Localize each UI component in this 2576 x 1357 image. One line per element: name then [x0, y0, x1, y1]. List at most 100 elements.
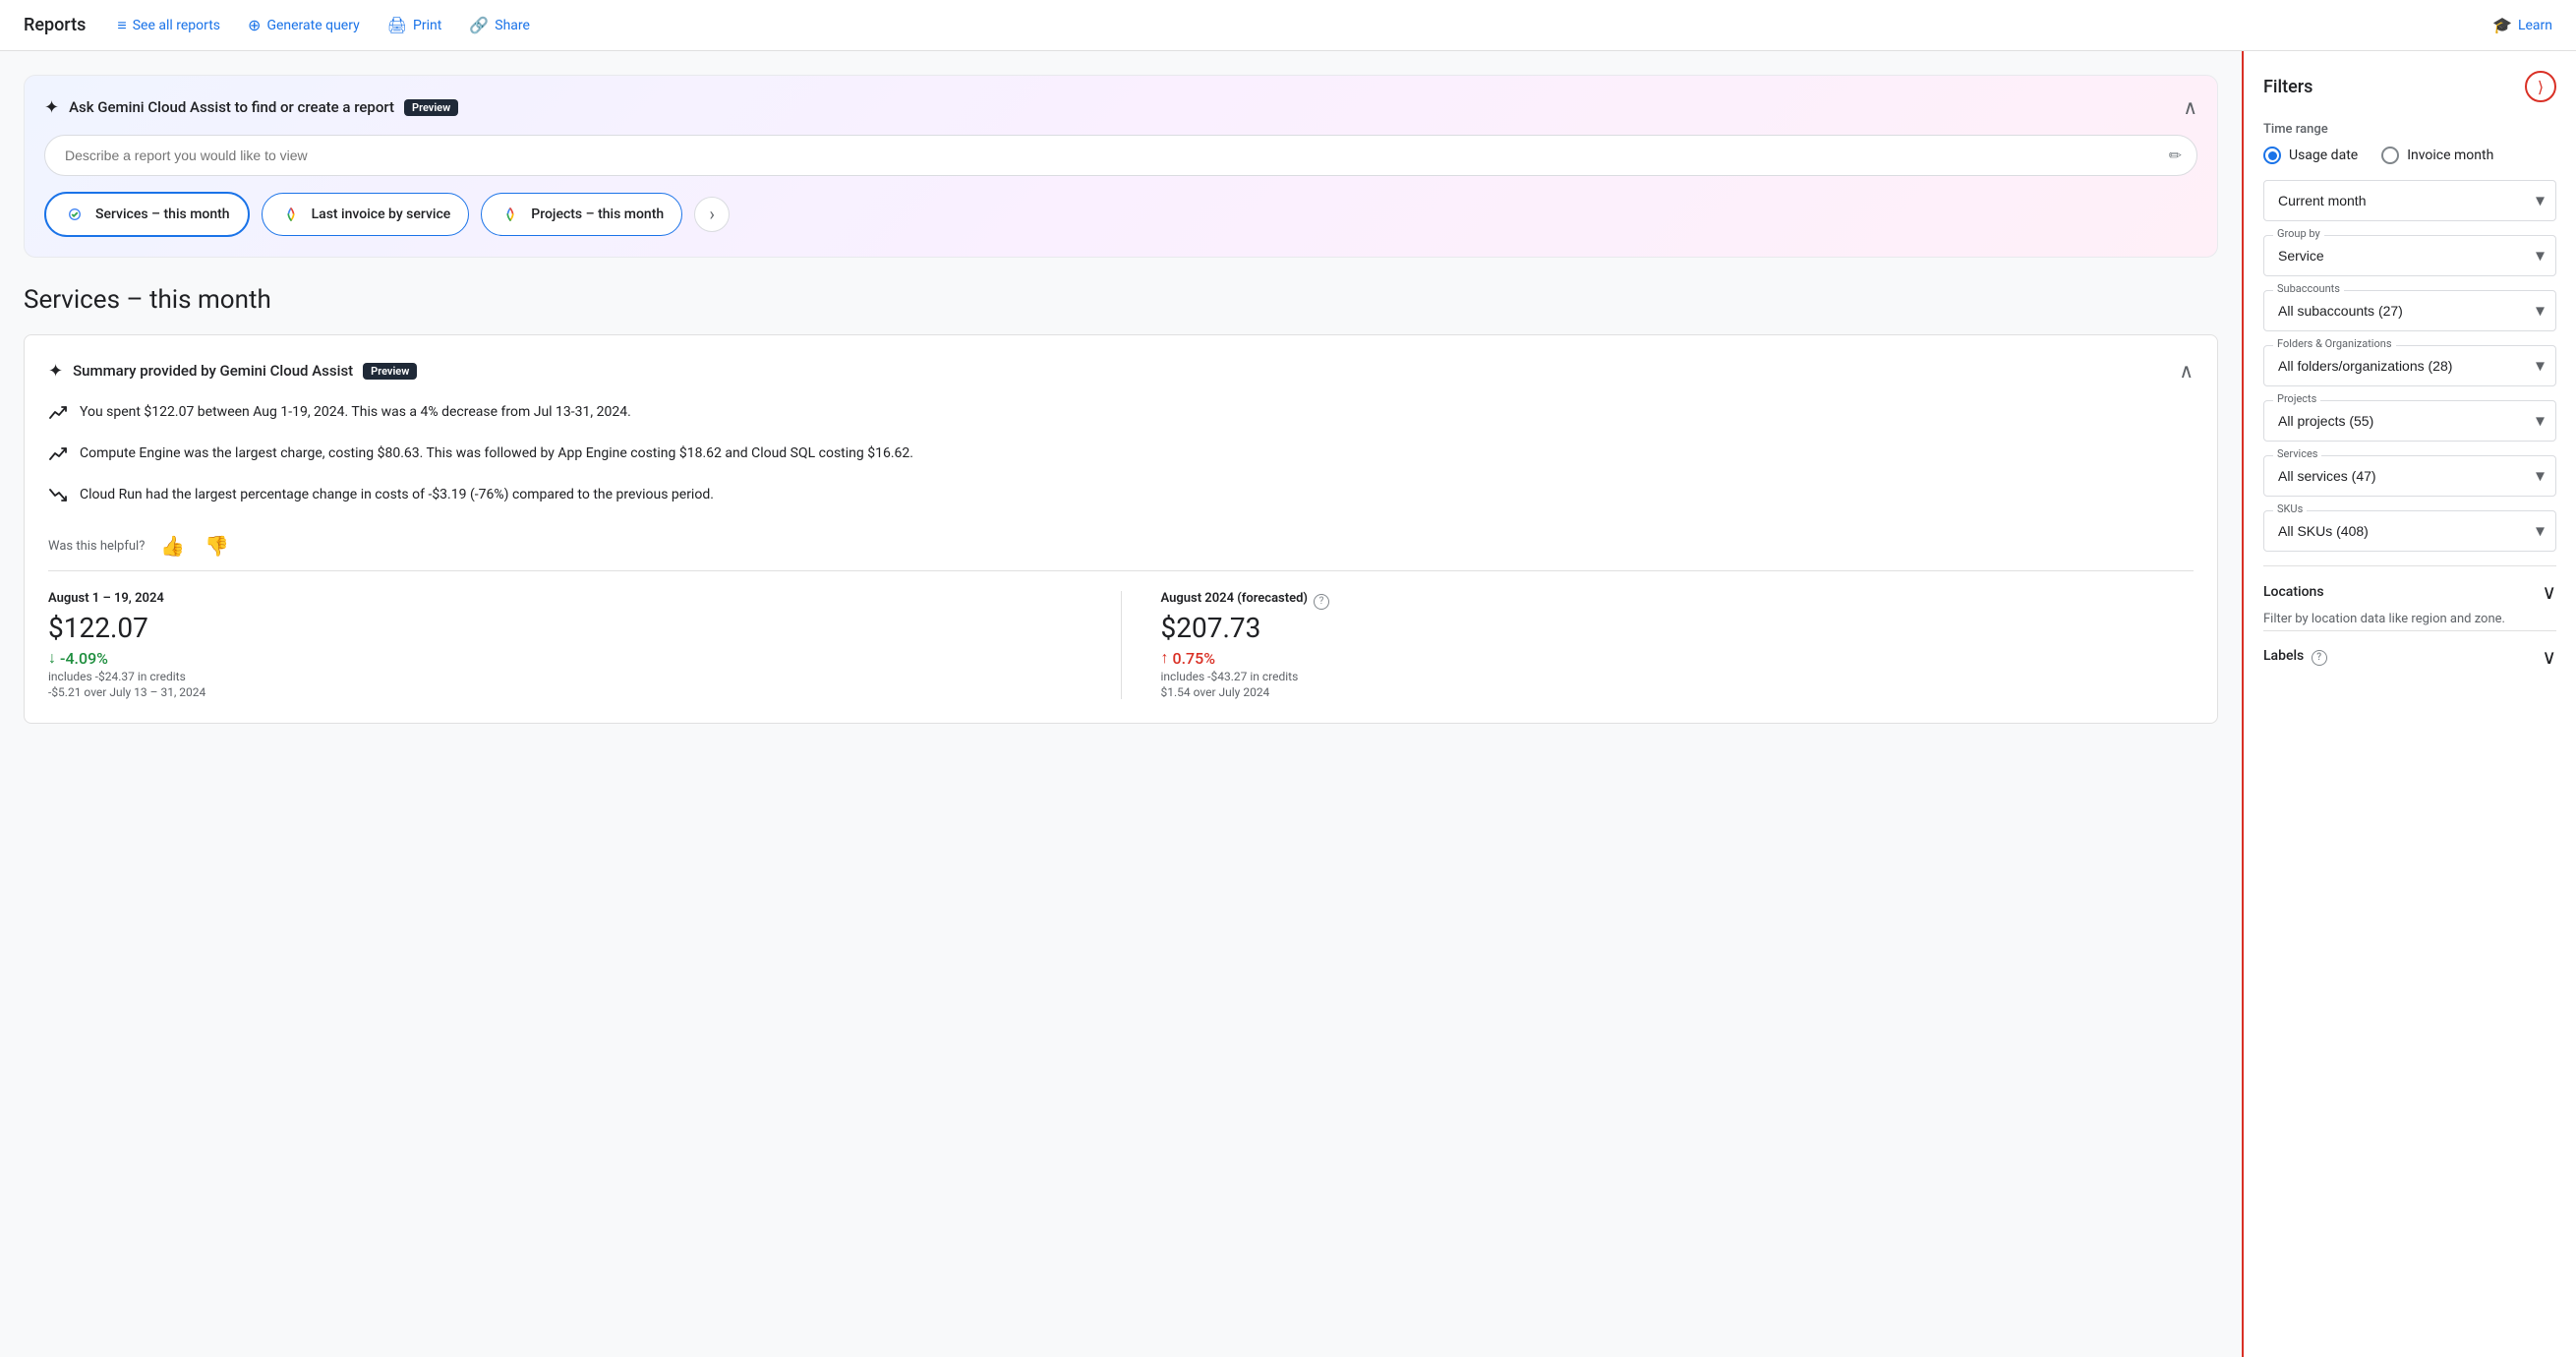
forecasted-header: August 2024 (forecasted) ? — [1161, 591, 2195, 612]
print-link[interactable]: 🖨 Print — [387, 16, 442, 34]
folders-wrapper: Folders & Organizations All folders/orga… — [2263, 345, 2556, 386]
skus-wrapper: SKUs All SKUs (408) ▾ — [2263, 510, 2556, 552]
locations-sub: Filter by location data like region and … — [2263, 612, 2556, 626]
share-icon: 🔗 — [469, 16, 489, 34]
filters-panel: Filters ⟩ Time range Usage date Invoice … — [2242, 51, 2576, 1357]
filters-header: Filters ⟩ — [2263, 71, 2556, 102]
forecasted-delta-note: $1.54 over July 2024 — [1161, 685, 2195, 699]
content-area: ✦ Ask Gemini Cloud Assist to find or cre… — [0, 51, 2242, 1357]
subaccounts-wrapper: Subaccounts All subaccounts (27) ▾ — [2263, 290, 2556, 331]
summary-text-1: You spent $122.07 between Aug 1-19, 2024… — [80, 402, 631, 423]
forecasted-period: August 2024 (forecasted) — [1161, 591, 1308, 606]
summary-body: You spent $122.07 between Aug 1-19, 2024… — [48, 402, 2194, 510]
learn-link[interactable]: 🎓 Learn — [2492, 16, 2552, 34]
services-select[interactable]: All services (47) — [2263, 455, 2556, 497]
subaccounts-select[interactable]: All subaccounts (27) — [2263, 290, 2556, 331]
summary-text-2: Compute Engine was the largest charge, c… — [80, 443, 913, 464]
list-icon: ≡ — [117, 16, 126, 35]
labels-section: Labels ? ∨ — [2263, 630, 2556, 669]
app-title: Reports — [24, 15, 86, 35]
summary-item-3: Cloud Run had the largest percentage cha… — [48, 485, 2194, 510]
summary-title-row: ✦ Summary provided by Gemini Cloud Assis… — [48, 361, 417, 382]
chips-next-button[interactable]: › — [694, 197, 730, 232]
current-delta-note: -$5.21 over July 13 – 31, 2024 — [48, 685, 1082, 699]
group-by-label: Group by — [2273, 227, 2324, 240]
summary-collapse-icon[interactable]: ∧ — [2179, 359, 2194, 383]
skus-label: SKUs — [2273, 502, 2307, 515]
up-arrow-icon: ↑ — [1161, 648, 1169, 668]
forecasted-delta: ↑ 0.75% — [1161, 648, 2195, 668]
invoice-month-radio[interactable]: Invoice month — [2381, 147, 2493, 164]
folders-label: Folders & Organizations — [2273, 337, 2396, 350]
projects-select[interactable]: All projects (55) — [2263, 400, 2556, 442]
locations-title: Locations — [2263, 584, 2324, 600]
summary-preview-badge: Preview — [363, 363, 417, 380]
gemini-search-input[interactable] — [44, 135, 2197, 176]
time-range-label: Time range — [2263, 122, 2556, 137]
forecasted-credits: includes -$43.27 in credits — [1161, 670, 2195, 683]
chip-last-invoice-by-service[interactable]: Last invoice by service — [262, 193, 470, 236]
labels-header[interactable]: Labels ? ∨ — [2263, 645, 2556, 669]
summary-item-1: You spent $122.07 between Aug 1-19, 2024… — [48, 402, 2194, 428]
summary-item-2: Compute Engine was the largest charge, c… — [48, 443, 2194, 469]
labels-title: Labels ? — [2263, 648, 2327, 666]
gemini-input-wrapper: ✏ — [44, 135, 2197, 176]
projects-label: Projects — [2273, 392, 2320, 405]
sparkle-icon: ✦ — [44, 97, 59, 118]
info-icon[interactable]: ? — [1314, 594, 1329, 610]
helpful-label: Was this helpful? — [48, 539, 145, 554]
labels-chevron-icon: ∨ — [2542, 645, 2556, 669]
services-wrapper: Services All services (47) ▾ — [2263, 455, 2556, 497]
share-link[interactable]: 🔗 Share — [469, 16, 530, 34]
projects-wrapper: Projects All projects (55) ▾ — [2263, 400, 2556, 442]
stats-divider — [1121, 591, 1122, 699]
filters-title: Filters — [2263, 77, 2313, 97]
thumbs-up-button[interactable]: 👍 — [156, 530, 189, 562]
current-month-wrapper: Current month Last month Last 3 months L… — [2263, 180, 2556, 221]
locations-chevron-icon: ∨ — [2542, 580, 2556, 604]
thumbs-down-button[interactable]: 👎 — [201, 530, 233, 562]
google-cloud-icon-2 — [280, 204, 302, 225]
nav-right: 🎓 Learn — [2492, 16, 2552, 34]
gemini-title-row: ✦ Ask Gemini Cloud Assist to find or cre… — [44, 97, 458, 118]
current-credits: includes -$24.37 in credits — [48, 670, 1082, 683]
stats-row: August 1 – 19, 2024 $122.07 ↓ -4.09% inc… — [48, 570, 2194, 699]
time-range-radio-group: Usage date Invoice month — [2263, 147, 2556, 164]
google-cloud-icon-3 — [499, 204, 521, 225]
usage-date-radio[interactable]: Usage date — [2263, 147, 2358, 164]
search-icon: ⊕ — [248, 16, 261, 34]
top-nav: Reports ≡ See all reports ⊕ Generate que… — [0, 0, 2576, 51]
nav-links: ≡ See all reports ⊕ Generate query 🖨 Pri… — [117, 16, 2461, 35]
skus-select[interactable]: All SKUs (408) — [2263, 510, 2556, 552]
trend-icon-1 — [48, 403, 68, 428]
current-stat-block: August 1 – 19, 2024 $122.07 ↓ -4.09% inc… — [48, 591, 1082, 699]
trend-icon-2 — [48, 444, 68, 469]
collapse-icon: ⟩ — [2538, 78, 2544, 96]
summary-header: ✦ Summary provided by Gemini Cloud Assis… — [48, 359, 2194, 383]
labels-info-icon[interactable]: ? — [2312, 650, 2327, 666]
gemini-header: ✦ Ask Gemini Cloud Assist to find or cre… — [44, 95, 2197, 119]
generate-query-link[interactable]: ⊕ Generate query — [248, 16, 360, 34]
current-delta: ↓ -4.09% — [48, 648, 1082, 668]
trend-icon-3 — [48, 486, 68, 510]
subaccounts-label: Subaccounts — [2273, 282, 2344, 295]
group-by-select[interactable]: Service Project SKU Location — [2263, 235, 2556, 276]
sparkle-icon-2: ✦ — [48, 361, 63, 382]
summary-card: ✦ Summary provided by Gemini Cloud Assis… — [24, 334, 2218, 724]
forecasted-stat-block: August 2024 (forecasted) ? $207.73 ↑ 0.7… — [1161, 591, 2195, 699]
chip-projects-this-month[interactable]: Projects – this month — [481, 193, 682, 236]
see-all-reports-link[interactable]: ≡ See all reports — [117, 16, 220, 35]
filters-collapse-button[interactable]: ⟩ — [2525, 71, 2556, 102]
chip-services-this-month[interactable]: Services – this month — [44, 192, 250, 237]
locations-header[interactable]: Locations ∨ — [2263, 580, 2556, 604]
page-title: Services – this month — [24, 285, 2218, 315]
locations-section: Locations ∨ Filter by location data like… — [2263, 565, 2556, 626]
summary-text-3: Cloud Run had the largest percentage cha… — [80, 485, 714, 505]
current-month-select[interactable]: Current month Last month Last 3 months L… — [2263, 180, 2556, 221]
forecasted-amount: $207.73 — [1161, 612, 2195, 644]
current-amount: $122.07 — [48, 612, 1082, 644]
preview-badge: Preview — [404, 99, 458, 116]
gemini-collapse-icon[interactable]: ∧ — [2183, 95, 2197, 119]
folders-select[interactable]: All folders/organizations (28) — [2263, 345, 2556, 386]
google-cloud-icon-1 — [64, 204, 86, 225]
